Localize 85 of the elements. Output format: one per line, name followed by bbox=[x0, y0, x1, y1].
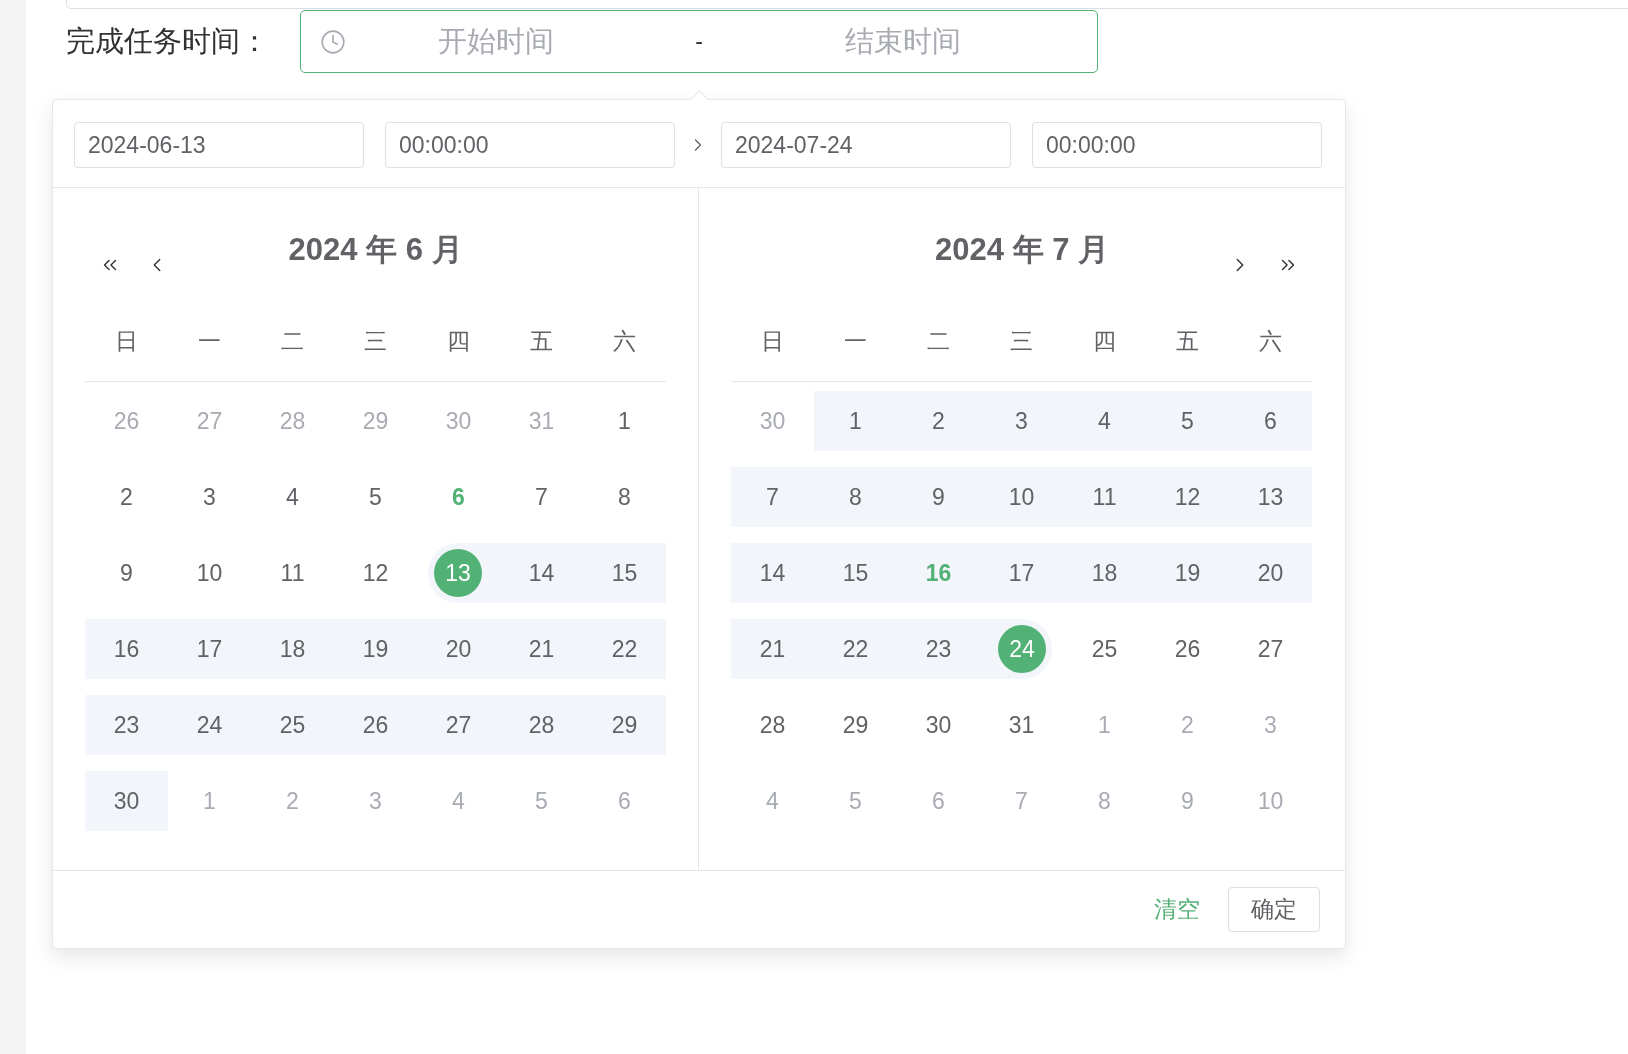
day-cell[interactable]: 21 bbox=[748, 625, 797, 673]
day-cell[interactable]: 4 bbox=[1080, 397, 1129, 445]
day-cell[interactable]: 13 bbox=[1246, 473, 1295, 521]
weekday-label: 六 bbox=[612, 326, 637, 356]
end-date-field[interactable]: 2024-07-24 bbox=[721, 122, 1011, 168]
day-cell[interactable]: 25 bbox=[268, 701, 317, 749]
day-cell[interactable]: 17 bbox=[185, 625, 234, 673]
day-cell[interactable]: 3 bbox=[997, 397, 1046, 445]
weekday-label: 四 bbox=[446, 326, 471, 356]
day-cell[interactable]: 1 bbox=[600, 397, 649, 445]
date-range-picker[interactable]: 开始时间 - 结束时间 bbox=[300, 10, 1098, 73]
day-cell[interactable]: 7 bbox=[748, 473, 797, 521]
day-cell[interactable]: 10 bbox=[997, 473, 1046, 521]
day-cell[interactable]: 14 bbox=[748, 549, 797, 597]
day-cell[interactable]: 10 bbox=[185, 549, 234, 597]
month-title: 2024 年 7 月 bbox=[934, 231, 1109, 269]
day-cell[interactable]: 28 bbox=[748, 701, 797, 749]
day-cell[interactable]: 30 bbox=[914, 701, 963, 749]
day-cell[interactable]: 4 bbox=[268, 473, 317, 521]
day-cell[interactable]: 14 bbox=[517, 549, 566, 597]
day-cell[interactable]: 18 bbox=[1080, 549, 1129, 597]
day-cell[interactable]: 5 bbox=[351, 473, 400, 521]
day-cell[interactable]: 19 bbox=[351, 625, 400, 673]
day-cell[interactable]: 9 bbox=[914, 473, 963, 521]
day-cell[interactable]: 26 bbox=[1163, 625, 1212, 673]
day-cell[interactable]: 29 bbox=[831, 701, 880, 749]
day-cell[interactable]: 19 bbox=[1163, 549, 1212, 597]
day-cell[interactable]: 18 bbox=[268, 625, 317, 673]
start-date-field[interactable]: 2024-06-13 bbox=[74, 122, 364, 168]
day-cell[interactable]: 2 bbox=[102, 473, 151, 521]
end-time-field[interactable]: 00:00:00 bbox=[1032, 122, 1322, 168]
day-cell[interactable]: 21 bbox=[517, 625, 566, 673]
day-cell[interactable]: 23 bbox=[914, 625, 963, 673]
start-time-field[interactable]: 00:00:00 bbox=[385, 122, 675, 168]
text-field[interactable] bbox=[66, 0, 1628, 9]
day-cell[interactable]: 15 bbox=[831, 549, 880, 597]
day-cell[interactable]: 2 bbox=[914, 397, 963, 445]
day-cell[interactable]: 12 bbox=[1163, 473, 1212, 521]
day-cell[interactable]: 26 bbox=[351, 701, 400, 749]
weekday-label: 二 bbox=[926, 326, 951, 356]
day-cell[interactable]: 20 bbox=[1246, 549, 1295, 597]
day-cell[interactable]: 30 bbox=[102, 777, 151, 825]
confirm-button[interactable]: 确定 bbox=[1228, 887, 1320, 932]
day-cell[interactable]: 24 bbox=[185, 701, 234, 749]
day-cell[interactable]: 11 bbox=[1080, 473, 1129, 521]
day-cell[interactable]: 7 bbox=[517, 473, 566, 521]
month-title: 2024 年 6 月 bbox=[288, 231, 463, 269]
day-cell[interactable]: 15 bbox=[600, 549, 649, 597]
range-separator: - bbox=[694, 27, 704, 57]
end-date-input[interactable]: 结束时间 bbox=[762, 19, 1044, 64]
weekday-label: 五 bbox=[1175, 326, 1200, 356]
day-cell[interactable]: 25 bbox=[1080, 625, 1129, 673]
day-cell[interactable]: 17 bbox=[997, 549, 1046, 597]
weekday-label: 一 bbox=[197, 326, 222, 356]
day-cell[interactable]: 6 bbox=[1246, 397, 1295, 445]
weekday-label: 日 bbox=[760, 326, 785, 356]
weekday-label: 六 bbox=[1258, 326, 1283, 356]
day-cell[interactable]: 29 bbox=[600, 701, 649, 749]
weekday-label: 四 bbox=[1092, 326, 1117, 356]
day-cell[interactable]: 3 bbox=[185, 473, 234, 521]
day-cell[interactable]: 8 bbox=[600, 473, 649, 521]
weekday-label: 日 bbox=[114, 326, 139, 356]
day-cell[interactable]: 16 bbox=[102, 625, 151, 673]
day-cell[interactable]: 5 bbox=[1163, 397, 1212, 445]
day-cell[interactable]: 31 bbox=[997, 701, 1046, 749]
start-date-input[interactable]: 开始时间 bbox=[356, 19, 636, 64]
day-cell[interactable]: 9 bbox=[102, 549, 151, 597]
day-cell[interactable]: 23 bbox=[102, 701, 151, 749]
day-cell[interactable]: 20 bbox=[434, 625, 483, 673]
day-cell[interactable]: 22 bbox=[831, 625, 880, 673]
day-cell[interactable]: 27 bbox=[434, 701, 483, 749]
field-label: 完成任务时间： bbox=[66, 23, 270, 59]
day-cell[interactable]: 28 bbox=[517, 701, 566, 749]
day-cell[interactable]: 1 bbox=[831, 397, 880, 445]
clock-icon bbox=[320, 28, 346, 55]
day-cell[interactable]: 22 bbox=[600, 625, 649, 673]
day-cell[interactable]: 11 bbox=[268, 549, 317, 597]
weekday-label: 五 bbox=[529, 326, 554, 356]
day-cell[interactable]: 12 bbox=[351, 549, 400, 597]
weekday-label: 二 bbox=[280, 326, 305, 356]
weekday-label: 三 bbox=[363, 326, 388, 356]
day-cell[interactable]: 27 bbox=[1246, 625, 1295, 673]
weekday-label: 三 bbox=[1009, 326, 1034, 356]
weekday-label: 一 bbox=[843, 326, 868, 356]
day-cell[interactable]: 8 bbox=[831, 473, 880, 521]
